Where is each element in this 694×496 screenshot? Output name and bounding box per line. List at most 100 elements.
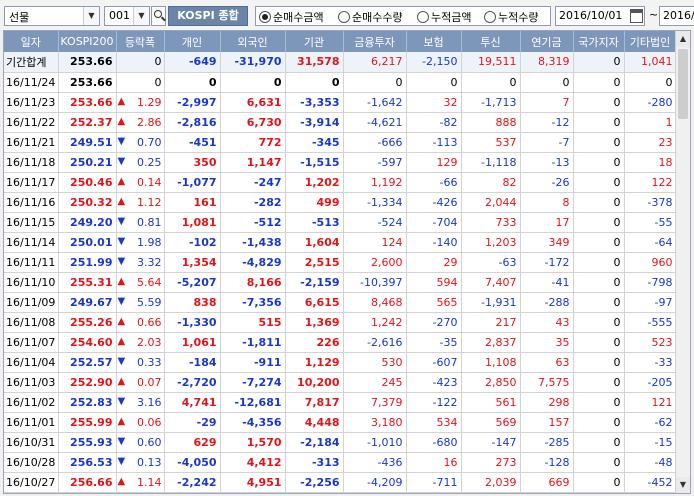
- value-cell: -2,242: [164, 472, 221, 493]
- column-header[interactable]: 외국인: [220, 31, 286, 52]
- change-cell: ▲ 1.14: [116, 472, 165, 493]
- value-cell: -1,118: [461, 152, 521, 173]
- table-row[interactable]: 16/11/24 253.66 0 0 0 0 0 0 0 0 0 0: [4, 72, 677, 93]
- value-cell: -4,621: [343, 112, 407, 133]
- value-cell: -282: [220, 192, 286, 213]
- radio-dot[interactable]: [338, 11, 350, 23]
- chevron-down-icon[interactable]: ▼: [133, 7, 149, 25]
- change-cell: ▼ 0.70: [116, 132, 165, 153]
- table-row[interactable]: 16/11/02 252.83 ▼ 3.16 4,741 -12,681 7,817 7,37…: [4, 392, 677, 413]
- table-row[interactable]: 16/11/08 255.26 ▲ 0.66 -1,330 515 1,369 1,242 -2…: [4, 312, 677, 333]
- column-header[interactable]: 기타법인: [624, 31, 677, 52]
- kospi200-cell: 252.90: [58, 372, 117, 393]
- value-cell: -1,438: [220, 232, 286, 253]
- value-cell: 2,600: [343, 252, 407, 273]
- value-cell: 0: [624, 72, 677, 93]
- start-date-field[interactable]: 2016/10/01: [555, 6, 645, 26]
- up-arrow-icon: ▲: [117, 375, 126, 387]
- value-cell: -2,184: [285, 432, 344, 453]
- column-header[interactable]: 개인: [164, 31, 221, 52]
- date-cell: 16/11/23: [4, 92, 59, 113]
- table-row[interactable]: 16/11/03 252.90 ▲ 0.07 -2,720 -7,274 10,200 245…: [4, 372, 677, 393]
- end-date-field[interactable]: 2016/: [659, 6, 694, 26]
- date-cell: 16/11/03: [4, 372, 59, 393]
- scroll-down-icon[interactable]: ▼: [676, 477, 690, 493]
- table-row[interactable]: 16/11/01 255.99 ▲ 0.06 -29 -4,356 4,448 3,180 53…: [4, 412, 677, 433]
- value-cell: 0: [573, 112, 625, 133]
- radio-dot[interactable]: [259, 11, 271, 23]
- value-cell: 733: [461, 212, 521, 233]
- value-cell: 0: [573, 232, 625, 253]
- date-cell: 16/10/31: [4, 432, 59, 453]
- column-header[interactable]: 금융투자: [343, 31, 407, 52]
- table-row[interactable]: 16/11/16 250.32 ▲ 1.12 161 -282 499 -1,334 -426 2…: [4, 192, 677, 213]
- table-row[interactable]: 16/11/17 250.46 ▲ 0.14 -1,077 -247 1,202 1,192-…: [4, 172, 677, 193]
- table-row[interactable]: 16/11/18 250.21 ▼ 0.25 350 1,147 -1,515 -597 129…: [4, 152, 677, 173]
- index-button[interactable]: KOSPI 종합: [168, 6, 248, 26]
- scroll-up-icon[interactable]: ▲: [676, 31, 690, 47]
- summary-row[interactable]: 기간합계 253.66 0 -649 -31,970 31,578 6,217 -2,150 1…: [4, 52, 677, 73]
- radio-cumulative-quantity[interactable]: 누적수량: [484, 9, 538, 25]
- value-cell: -113: [406, 132, 462, 153]
- table-row[interactable]: 16/11/09 249.67 ▼ 5.59 838 -7,356 6,615 8,468 56…: [4, 292, 677, 313]
- radio-net-buy-amount[interactable]: 순매수금액: [259, 9, 324, 25]
- scrollbar-thumb[interactable]: [678, 49, 688, 119]
- column-header[interactable]: 투신: [461, 31, 521, 52]
- value-cell: 0: [573, 372, 625, 393]
- radio-dot[interactable]: [417, 11, 429, 23]
- column-header[interactable]: 국가지자: [573, 31, 625, 52]
- table-row[interactable]: 16/11/21 249.51 ▼ 0.70 -451 772 -345 -666 -113 53…: [4, 132, 677, 153]
- table-row[interactable]: 16/10/28 256.53 ▼ 0.13 -4,050 4,412 -313 -436 16…: [4, 452, 677, 473]
- value-cell: 7,407: [461, 272, 521, 293]
- value-cell: -63: [461, 252, 521, 273]
- radio-net-buy-quantity[interactable]: 순매수수량: [338, 9, 403, 25]
- value-cell: 10,200: [285, 372, 344, 393]
- value-cell: 0: [573, 452, 625, 473]
- column-header[interactable]: 연기금: [520, 31, 574, 52]
- change-cell: ▲ 2.03: [116, 332, 165, 353]
- vertical-scrollbar[interactable]: ▲ ▼: [675, 31, 690, 493]
- table-row[interactable]: 16/11/23 253.66 ▲ 1.29 -2,997 6,631 -3,353 -1,6…: [4, 92, 677, 113]
- radio-dot[interactable]: [484, 11, 496, 23]
- table-row[interactable]: 16/11/04 252.57 ▼ 0.33 -184 -911 1,129 530 -607 1…: [4, 352, 677, 373]
- column-header[interactable]: 일자: [4, 31, 59, 52]
- table-row[interactable]: 16/11/22 252.37 ▲ 2.86 -2,816 6,730 -3,914 -4,6…: [4, 112, 677, 133]
- kospi200-cell: 254.60: [58, 332, 117, 353]
- column-header[interactable]: 보험: [406, 31, 462, 52]
- kospi200-cell: 250.01: [58, 232, 117, 253]
- value-cell: 2,837: [461, 332, 521, 353]
- column-header[interactable]: 기관: [285, 31, 344, 52]
- value-cell: -1,330: [164, 312, 221, 333]
- table-row[interactable]: 16/10/27 256.66 ▲ 1.14 -2,242 4,951 -2,256 -4,2…: [4, 472, 677, 493]
- calendar-icon[interactable]: [630, 9, 643, 23]
- value-cell: -555: [624, 312, 677, 333]
- radio-cumulative-amount[interactable]: 누적금액: [417, 9, 471, 25]
- chevron-down-icon[interactable]: ▼: [83, 7, 99, 25]
- table-row[interactable]: 16/11/11 251.99 ▼ 3.32 1,354 -4,829 2,515 2,600…: [4, 252, 677, 273]
- table-row[interactable]: 16/11/10 255.31 ▲ 5.64 -5,207 8,166 -2,159 -10,…: [4, 272, 677, 293]
- table-row[interactable]: 16/11/07 254.60 ▲ 2.03 1,061 -1,811 226 -2,616-…: [4, 332, 677, 353]
- value-cell: 6,730: [220, 112, 286, 133]
- table-row[interactable]: 16/10/31 255.93 ▼ 0.60 629 1,570 -2,184 -1,010-…: [4, 432, 677, 453]
- column-header[interactable]: KOSPI200: [58, 31, 117, 52]
- value-cell: 217: [461, 312, 521, 333]
- table-row[interactable]: 16/11/14 250.01 ▼ 1.98 -102 -1,438 1,604 124 -14…: [4, 232, 677, 253]
- value-cell: -48: [624, 452, 677, 473]
- search-button[interactable]: [151, 6, 166, 26]
- change-cell: ▼ 0.13: [116, 452, 165, 473]
- market-select[interactable]: 선물 ▼: [4, 6, 100, 26]
- value-cell: 2,039: [461, 472, 521, 493]
- value-cell: 3,180: [343, 412, 407, 433]
- value-cell: -1,077: [164, 172, 221, 193]
- column-header[interactable]: 등락폭: [116, 31, 165, 52]
- value-cell: -128: [520, 452, 574, 473]
- code-select[interactable]: 001 ▼: [104, 6, 150, 26]
- value-cell: 19,511: [461, 52, 521, 73]
- table-row[interactable]: 16/11/15 249.20 ▼ 0.81 1,081 -512 -513 -524 -704…: [4, 212, 677, 233]
- value-cell: 6,217: [343, 52, 407, 73]
- value-cell: -649: [164, 52, 221, 73]
- value-cell: -2,616: [343, 332, 407, 353]
- value-cell: -2,816: [164, 112, 221, 133]
- amount-type-radio-group: 순매수금액 순매수수량 누적금액 누적수량: [255, 6, 551, 26]
- data-table: 일자 KOSPI200 등락폭 개인 외국인 기관 금융투자 보험 투신 연기금 국가지자 기타법인 …: [4, 31, 677, 493]
